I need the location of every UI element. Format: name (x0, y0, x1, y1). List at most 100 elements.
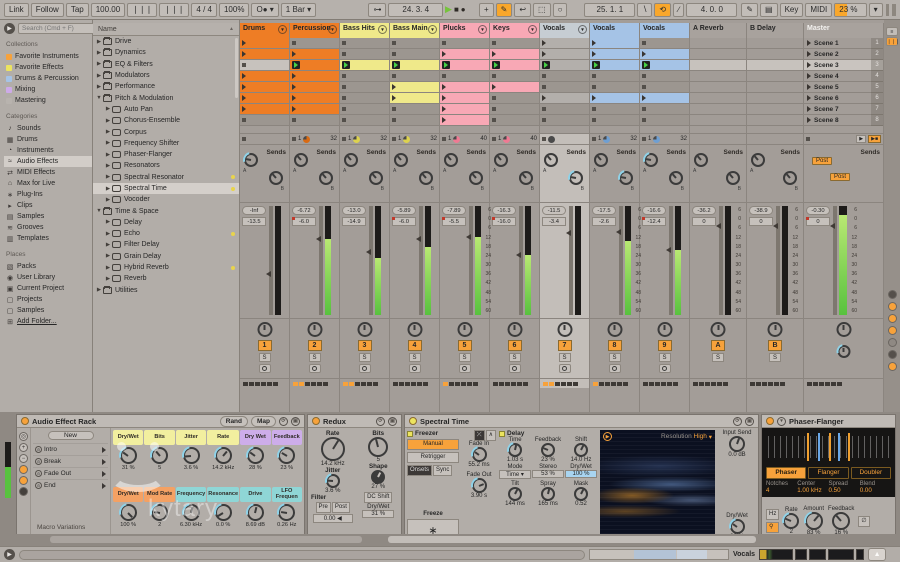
sidebar-item-projects[interactable]: ▢ Projects (4, 294, 92, 305)
playing-clip-icon[interactable] (342, 61, 350, 69)
phaser-mode-doubler[interactable]: Doubler (850, 467, 891, 479)
clip-slot[interactable] (640, 38, 689, 49)
macro-name[interactable]: Drive (240, 487, 271, 502)
fader-value[interactable]: -3.4 (542, 217, 566, 226)
macro-name[interactable]: Frequency (175, 487, 207, 502)
freezer-toggle[interactable] (407, 430, 413, 437)
tree-header-name[interactable]: Name (98, 26, 117, 33)
clip-slot[interactable] (747, 60, 803, 71)
clip-slot[interactable] (340, 104, 389, 115)
clip-slot[interactable] (240, 93, 289, 104)
clip-stop-icon[interactable] (292, 118, 296, 122)
expand-arrow-icon[interactable]: ▶ (104, 152, 112, 158)
send-a-knob[interactable] (244, 153, 258, 167)
re-enable-automation-button[interactable]: ↩ (514, 2, 532, 17)
playing-clip-icon[interactable] (492, 61, 500, 69)
sidebar-item-collection[interactable]: Favorite Effects (4, 62, 92, 73)
track-header[interactable]: Vocals (640, 23, 689, 38)
phaser-feedback-knob[interactable] (832, 512, 851, 530)
expand-arrow-icon[interactable]: ▶ (104, 129, 112, 135)
track-activator[interactable]: 3 (357, 340, 372, 351)
send-b-knob[interactable] (269, 171, 283, 185)
fader-lane[interactable] (830, 206, 837, 315)
sidebar-item-max-for-live[interactable]: ⌂ Max for Live (4, 178, 92, 189)
clip-slot[interactable] (390, 38, 439, 49)
expand-arrow-icon[interactable]: ▶ (95, 73, 103, 79)
device-scrollbar-right[interactable] (388, 536, 756, 543)
solo-button[interactable]: S (558, 353, 571, 362)
rack-map-button[interactable]: Map (251, 415, 276, 427)
scene-launch-4[interactable]: Scene 4 (804, 71, 871, 82)
track-header-menu-icon[interactable]: ▾ (378, 25, 387, 34)
clip-stop-button[interactable] (442, 137, 446, 141)
send-a-knob[interactable] (594, 153, 608, 167)
rack-title[interactable]: Audio Effect Rack (32, 417, 96, 426)
clip-launch-icon[interactable] (592, 95, 596, 101)
clip-stop-icon[interactable] (542, 74, 546, 78)
send-a-knob[interactable] (444, 153, 458, 167)
quantize-menu[interactable]: 100% (218, 2, 250, 17)
clip-stop-icon[interactable] (292, 41, 296, 45)
variation-row-end[interactable]: ⊙ End (33, 479, 108, 491)
fader-lane[interactable] (266, 206, 273, 315)
fader-value[interactable]: 0 (749, 217, 773, 226)
clip-slot[interactable] (690, 82, 746, 93)
meter-peak-value[interactable]: -11.5 (542, 206, 566, 215)
tree-item-corpus[interactable]: ▶ Corpus (93, 126, 239, 137)
track-header[interactable]: B Delay (747, 23, 803, 38)
clip-stop-icon[interactable] (342, 96, 346, 100)
meter-peak-value[interactable]: -17.5 (592, 206, 616, 215)
play-button[interactable]: ▶ (445, 4, 452, 15)
sidebar-item-sounds[interactable]: ♪ Sounds (4, 123, 92, 134)
loop-start-field[interactable]: 25. 1. 1 (584, 2, 636, 17)
macro-name[interactable]: Jitter (175, 430, 207, 445)
tree-item-dynamics[interactable]: ▶ Dynamics (93, 47, 239, 58)
pan-knob[interactable] (507, 322, 522, 337)
variation-launch-icon[interactable] (102, 482, 106, 489)
clip-slot[interactable] (290, 104, 339, 115)
clip-slot[interactable] (390, 71, 439, 82)
clip-slot[interactable] (240, 49, 289, 60)
crossfade-ramp-button[interactable]: ∧ (485, 430, 496, 441)
pan-knob[interactable] (457, 322, 472, 337)
fader-lane[interactable] (316, 206, 323, 315)
clip-slot[interactable] (640, 115, 689, 126)
fader-lane[interactable] (616, 206, 623, 315)
expand-arrow-icon[interactable]: ▶ (95, 50, 103, 56)
clip-launch-icon[interactable] (442, 51, 446, 57)
variation-launch-icon[interactable] (102, 470, 106, 477)
computer-midi-keyboard-button[interactable]: ▤ (760, 2, 778, 17)
variation-camera-icon[interactable]: ⊙ (35, 458, 42, 465)
clip-stop-icon[interactable] (342, 74, 346, 78)
clip-launch-icon[interactable] (292, 73, 296, 79)
clip-slot[interactable] (240, 115, 289, 126)
send-b-knob[interactable] (519, 171, 533, 185)
send-a-knob[interactable] (694, 153, 708, 167)
track-activator[interactable]: 1 (257, 340, 272, 351)
expand-arrow-icon[interactable]: ▶ (95, 287, 103, 293)
sidebar-item-collection[interactable]: Mastering (4, 95, 92, 106)
fader-lane[interactable] (666, 206, 673, 315)
redux-jitter-knob[interactable] (325, 474, 340, 488)
track-header-menu-icon[interactable]: ▾ (328, 25, 337, 34)
track-header[interactable]: Drums ▾ (240, 23, 289, 38)
phaser-rate-knob[interactable] (783, 513, 800, 529)
variation-camera-icon[interactable]: ⊙ (35, 482, 42, 489)
resolution-select[interactable]: High (694, 433, 707, 440)
clip-launch-icon[interactable] (242, 95, 246, 101)
info-view-toggle[interactable]: ▶ (4, 549, 15, 560)
rack-show-devices-toggle[interactable] (19, 487, 28, 496)
clip-slot[interactable] (440, 82, 489, 93)
fader-value[interactable]: -6.0 (292, 217, 316, 226)
macro-name[interactable]: Dry Wet (240, 430, 271, 445)
clip-slot[interactable] (440, 60, 489, 71)
send-a-knob[interactable] (494, 153, 508, 167)
send-b-knob[interactable] (419, 171, 433, 185)
clip-slot[interactable] (290, 49, 339, 60)
clip-launch-icon[interactable] (242, 73, 246, 79)
clip-slot[interactable] (490, 115, 539, 126)
macro-name[interactable]: Resonance (207, 487, 240, 502)
macro-name[interactable]: Feedback (271, 430, 302, 445)
pan-knob[interactable] (407, 322, 422, 337)
send-a-post-toggle[interactable]: Post (812, 157, 833, 165)
